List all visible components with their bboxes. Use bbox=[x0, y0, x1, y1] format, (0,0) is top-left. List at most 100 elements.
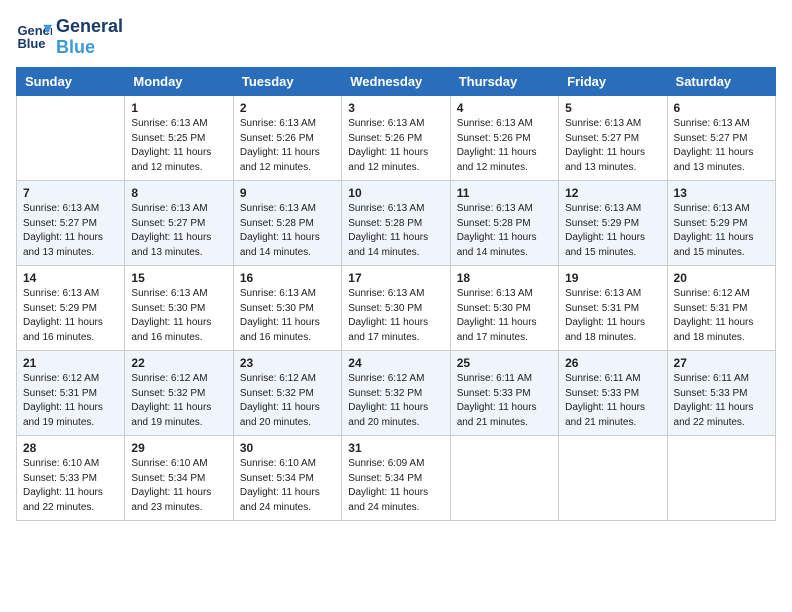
weekday-header-tuesday: Tuesday bbox=[233, 68, 341, 96]
calendar-cell: 17 Sunrise: 6:13 AM Sunset: 5:30 PM Dayli… bbox=[342, 266, 450, 351]
day-number: 17 bbox=[348, 271, 443, 285]
day-info: Sunrise: 6:13 AM Sunset: 5:29 PM Dayligh… bbox=[565, 202, 660, 260]
day-number: 27 bbox=[674, 356, 769, 370]
day-number: 15 bbox=[131, 271, 226, 285]
calendar-week-2: 7 Sunrise: 6:13 AM Sunset: 5:27 PM Daylig… bbox=[17, 181, 776, 266]
day-info: Sunrise: 6:13 AM Sunset: 5:30 PM Dayligh… bbox=[131, 287, 226, 345]
calendar-cell: 9 Sunrise: 6:13 AM Sunset: 5:28 PM Daylig… bbox=[233, 181, 341, 266]
calendar-cell: 13 Sunrise: 6:13 AM Sunset: 5:29 PM Dayli… bbox=[667, 181, 775, 266]
weekday-header-sunday: Sunday bbox=[17, 68, 125, 96]
logo: General Blue General Blue bbox=[16, 16, 123, 57]
day-info: Sunrise: 6:10 AM Sunset: 5:33 PM Dayligh… bbox=[23, 457, 118, 515]
day-info: Sunrise: 6:13 AM Sunset: 5:31 PM Dayligh… bbox=[565, 287, 660, 345]
day-info: Sunrise: 6:13 AM Sunset: 5:30 PM Dayligh… bbox=[348, 287, 443, 345]
day-number: 30 bbox=[240, 441, 335, 455]
weekday-header-monday: Monday bbox=[125, 68, 233, 96]
day-number: 8 bbox=[131, 186, 226, 200]
day-info: Sunrise: 6:12 AM Sunset: 5:32 PM Dayligh… bbox=[348, 372, 443, 430]
calendar-cell: 21Sunrise: 6:12 AM Sunset: 5:31 PM Dayli… bbox=[17, 351, 125, 436]
calendar-cell: 12 Sunrise: 6:13 AM Sunset: 5:29 PM Dayli… bbox=[559, 181, 667, 266]
day-info: Sunrise: 6:12 AM Sunset: 5:32 PM Dayligh… bbox=[240, 372, 335, 430]
day-info: Sunrise: 6:13 AM Sunset: 5:26 PM Dayligh… bbox=[348, 117, 443, 175]
day-info: Sunrise: 6:13 AM Sunset: 5:26 PM Dayligh… bbox=[457, 117, 552, 175]
calendar-cell: 1 Sunrise: 6:13 AM Sunset: 5:25 PM Daylig… bbox=[125, 96, 233, 181]
calendar-cell: 19 Sunrise: 6:13 AM Sunset: 5:31 PM Dayli… bbox=[559, 266, 667, 351]
day-info: Sunrise: 6:11 AM Sunset: 5:33 PM Dayligh… bbox=[674, 372, 769, 430]
calendar-cell: 31 Sunrise: 6:09 AM Sunset: 5:34 PM Dayli… bbox=[342, 436, 450, 521]
day-info: Sunrise: 6:12 AM Sunset: 5:31 PM Dayligh… bbox=[674, 287, 769, 345]
day-number: 16 bbox=[240, 271, 335, 285]
day-number: 7 bbox=[23, 186, 118, 200]
day-info: Sunrise: 6:13 AM Sunset: 5:27 PM Dayligh… bbox=[131, 202, 226, 260]
day-number: 25 bbox=[457, 356, 552, 370]
calendar-week-4: 21Sunrise: 6:12 AM Sunset: 5:31 PM Dayli… bbox=[17, 351, 776, 436]
calendar-cell: 5 Sunrise: 6:13 AM Sunset: 5:27 PM Daylig… bbox=[559, 96, 667, 181]
calendar-cell: 3Sunrise: 6:13 AM Sunset: 5:26 PM Daylig… bbox=[342, 96, 450, 181]
calendar-cell: 27 Sunrise: 6:11 AM Sunset: 5:33 PM Dayli… bbox=[667, 351, 775, 436]
calendar-cell: 22Sunrise: 6:12 AM Sunset: 5:32 PM Dayli… bbox=[125, 351, 233, 436]
day-info: Sunrise: 6:13 AM Sunset: 5:30 PM Dayligh… bbox=[240, 287, 335, 345]
calendar-cell: 15 Sunrise: 6:13 AM Sunset: 5:30 PM Dayli… bbox=[125, 266, 233, 351]
day-info: Sunrise: 6:13 AM Sunset: 5:29 PM Dayligh… bbox=[23, 287, 118, 345]
svg-text:Blue: Blue bbox=[17, 35, 45, 50]
weekday-header-friday: Friday bbox=[559, 68, 667, 96]
day-number: 5 bbox=[565, 101, 660, 115]
day-number: 12 bbox=[565, 186, 660, 200]
calendar-cell: 20 Sunrise: 6:12 AM Sunset: 5:31 PM Dayli… bbox=[667, 266, 775, 351]
calendar-cell: 28Sunrise: 6:10 AM Sunset: 5:33 PM Dayli… bbox=[17, 436, 125, 521]
calendar-cell bbox=[450, 436, 558, 521]
calendar-cell bbox=[559, 436, 667, 521]
day-number: 14 bbox=[23, 271, 118, 285]
day-info: Sunrise: 6:13 AM Sunset: 5:29 PM Dayligh… bbox=[674, 202, 769, 260]
weekday-header-saturday: Saturday bbox=[667, 68, 775, 96]
day-number: 21 bbox=[23, 356, 118, 370]
logo-line1: General bbox=[56, 16, 123, 37]
calendar-cell: 30Sunrise: 6:10 AM Sunset: 5:34 PM Dayli… bbox=[233, 436, 341, 521]
day-info: Sunrise: 6:09 AM Sunset: 5:34 PM Dayligh… bbox=[348, 457, 443, 515]
calendar-cell: 14 Sunrise: 6:13 AM Sunset: 5:29 PM Dayli… bbox=[17, 266, 125, 351]
calendar-cell: 2 Sunrise: 6:13 AM Sunset: 5:26 PM Daylig… bbox=[233, 96, 341, 181]
day-info: Sunrise: 6:11 AM Sunset: 5:33 PM Dayligh… bbox=[457, 372, 552, 430]
day-number: 1 bbox=[131, 101, 226, 115]
logo-line2: Blue bbox=[56, 37, 123, 58]
day-number: 20 bbox=[674, 271, 769, 285]
calendar-cell: 4 Sunrise: 6:13 AM Sunset: 5:26 PM Daylig… bbox=[450, 96, 558, 181]
day-number: 2 bbox=[240, 101, 335, 115]
calendar-cell: 7Sunrise: 6:13 AM Sunset: 5:27 PM Daylig… bbox=[17, 181, 125, 266]
weekday-header-thursday: Thursday bbox=[450, 68, 558, 96]
calendar-week-5: 28Sunrise: 6:10 AM Sunset: 5:33 PM Dayli… bbox=[17, 436, 776, 521]
calendar-cell: 11 Sunrise: 6:13 AM Sunset: 5:28 PM Dayli… bbox=[450, 181, 558, 266]
day-number: 9 bbox=[240, 186, 335, 200]
calendar-cell: 29Sunrise: 6:10 AM Sunset: 5:34 PM Dayli… bbox=[125, 436, 233, 521]
calendar-cell: 8 Sunrise: 6:13 AM Sunset: 5:27 PM Daylig… bbox=[125, 181, 233, 266]
day-number: 23 bbox=[240, 356, 335, 370]
day-info: Sunrise: 6:11 AM Sunset: 5:33 PM Dayligh… bbox=[565, 372, 660, 430]
day-info: Sunrise: 6:13 AM Sunset: 5:27 PM Dayligh… bbox=[674, 117, 769, 175]
calendar-cell: 6 Sunrise: 6:13 AM Sunset: 5:27 PM Daylig… bbox=[667, 96, 775, 181]
day-info: Sunrise: 6:13 AM Sunset: 5:27 PM Dayligh… bbox=[565, 117, 660, 175]
logo-icon: General Blue bbox=[16, 19, 52, 55]
day-number: 13 bbox=[674, 186, 769, 200]
calendar-cell: 25 Sunrise: 6:11 AM Sunset: 5:33 PM Dayli… bbox=[450, 351, 558, 436]
day-info: Sunrise: 6:13 AM Sunset: 5:28 PM Dayligh… bbox=[348, 202, 443, 260]
calendar-cell: 26Sunrise: 6:11 AM Sunset: 5:33 PM Dayli… bbox=[559, 351, 667, 436]
calendar-week-3: 14 Sunrise: 6:13 AM Sunset: 5:29 PM Dayli… bbox=[17, 266, 776, 351]
calendar-cell bbox=[667, 436, 775, 521]
day-info: Sunrise: 6:13 AM Sunset: 5:28 PM Dayligh… bbox=[240, 202, 335, 260]
day-info: Sunrise: 6:13 AM Sunset: 5:26 PM Dayligh… bbox=[240, 117, 335, 175]
day-number: 6 bbox=[674, 101, 769, 115]
day-number: 11 bbox=[457, 186, 552, 200]
day-number: 10 bbox=[348, 186, 443, 200]
day-number: 18 bbox=[457, 271, 552, 285]
calendar-header-row: SundayMondayTuesdayWednesdayThursdayFrid… bbox=[17, 68, 776, 96]
calendar-cell: 18Sunrise: 6:13 AM Sunset: 5:30 PM Dayli… bbox=[450, 266, 558, 351]
day-number: 4 bbox=[457, 101, 552, 115]
day-info: Sunrise: 6:13 AM Sunset: 5:25 PM Dayligh… bbox=[131, 117, 226, 175]
day-info: Sunrise: 6:10 AM Sunset: 5:34 PM Dayligh… bbox=[131, 457, 226, 515]
calendar-table: SundayMondayTuesdayWednesdayThursdayFrid… bbox=[16, 67, 776, 521]
day-info: Sunrise: 6:13 AM Sunset: 5:28 PM Dayligh… bbox=[457, 202, 552, 260]
day-number: 19 bbox=[565, 271, 660, 285]
page-header: General Blue General Blue bbox=[16, 16, 776, 57]
calendar-week-1: 1 Sunrise: 6:13 AM Sunset: 5:25 PM Daylig… bbox=[17, 96, 776, 181]
day-number: 31 bbox=[348, 441, 443, 455]
